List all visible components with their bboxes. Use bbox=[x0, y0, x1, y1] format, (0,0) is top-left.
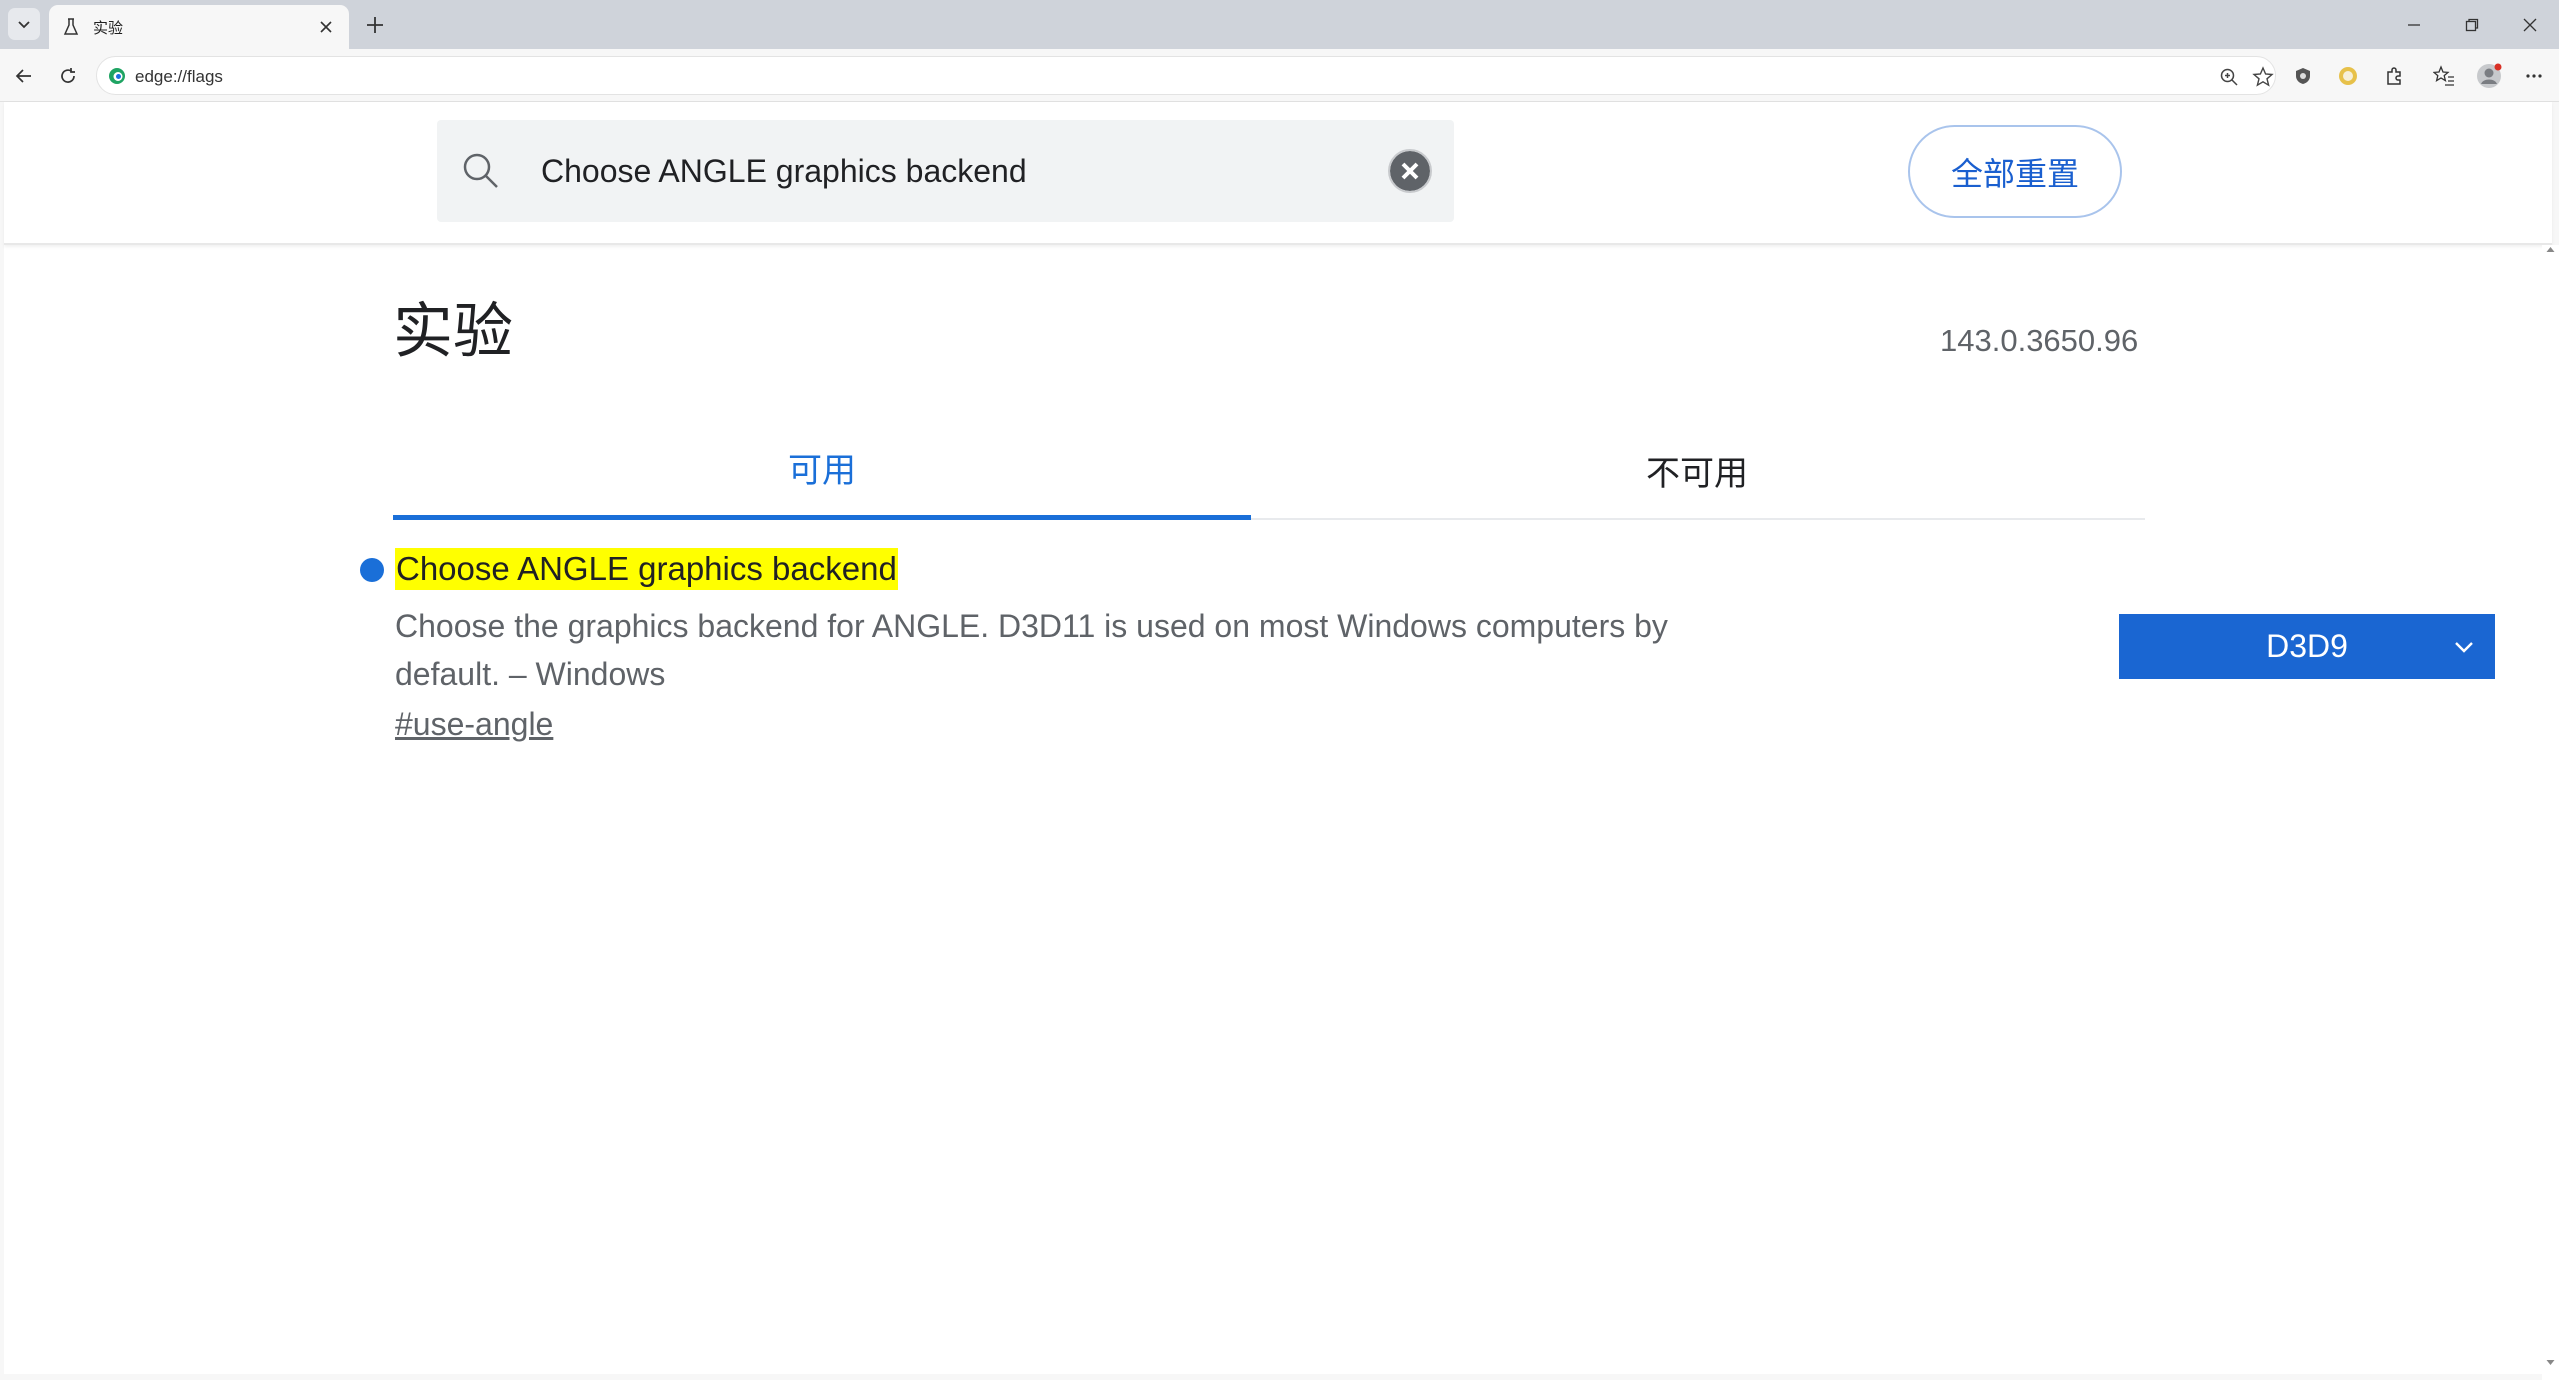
restore-icon bbox=[2465, 18, 2479, 31]
address-url[interactable]: edge://flags bbox=[135, 67, 223, 87]
refresh-icon bbox=[61, 68, 75, 83]
refresh-button[interactable] bbox=[52, 60, 84, 92]
plus-icon bbox=[367, 17, 383, 33]
favorites-button[interactable] bbox=[2428, 60, 2460, 92]
more-horizontal-icon bbox=[2526, 74, 2542, 78]
reset-all-button[interactable]: 全部重置 bbox=[1908, 125, 2122, 218]
scroll-down-arrow-icon[interactable] bbox=[2546, 1358, 2555, 1367]
tab-unavailable[interactable]: 不可用 bbox=[1268, 420, 2126, 520]
puzzle-icon bbox=[2387, 67, 2401, 85]
arrow-left-icon bbox=[15, 69, 31, 83]
version-label: 143.0.3650.96 bbox=[1940, 323, 2139, 358]
flask-icon bbox=[61, 17, 81, 37]
search-input[interactable] bbox=[541, 148, 1341, 194]
selected-option: D3D9 bbox=[2266, 628, 2348, 664]
experiment-option-select[interactable]: D3D9 bbox=[2119, 614, 2495, 679]
close-icon bbox=[2523, 18, 2537, 31]
tab-available[interactable]: 可用 bbox=[393, 420, 1251, 520]
avatar-icon bbox=[2477, 63, 2502, 88]
browser-toolbar: edge://flags bbox=[0, 49, 2559, 102]
window-controls bbox=[2385, 0, 2559, 49]
modified-indicator-dot bbox=[360, 558, 384, 582]
experiment-permalink[interactable]: #use-angle bbox=[395, 706, 553, 743]
experiment-description: Choose the graphics backend for ANGLE. D… bbox=[395, 608, 1668, 692]
page-border-bottom bbox=[0, 1374, 2559, 1380]
shield-icon bbox=[2296, 68, 2310, 84]
experiment-name: Choose ANGLE graphics backend bbox=[395, 548, 898, 590]
address-bar[interactable]: edge://flags bbox=[96, 56, 2276, 95]
experiment-item: Choose ANGLE graphics backend Choose the… bbox=[360, 548, 2495, 758]
extensions-button[interactable] bbox=[2378, 60, 2410, 92]
flags-search-box[interactable] bbox=[437, 120, 1454, 222]
minimize-icon bbox=[2408, 23, 2420, 26]
tab-strip: 实验 bbox=[0, 0, 2559, 49]
page-scrollbar[interactable] bbox=[2542, 245, 2559, 1380]
flags-header: 全部重置 bbox=[4, 102, 2552, 245]
page-border-left bbox=[0, 102, 4, 1380]
chevron-down-icon bbox=[2455, 642, 2473, 653]
chevron-down-icon bbox=[18, 21, 30, 29]
tab-actions-menu-button[interactable] bbox=[8, 8, 40, 40]
flags-tabs: 可用 不可用 bbox=[393, 420, 2145, 520]
close-window-button[interactable] bbox=[2501, 0, 2559, 49]
scroll-up-arrow-icon[interactable] bbox=[2546, 245, 2555, 254]
restore-button[interactable] bbox=[2443, 0, 2501, 49]
favorites-list-icon bbox=[2433, 65, 2454, 86]
coin-icon bbox=[2339, 67, 2357, 85]
tab-title: 实验 bbox=[93, 19, 124, 37]
zoom-icon[interactable] bbox=[2215, 63, 2243, 91]
minimize-button[interactable] bbox=[2385, 0, 2443, 49]
shield-extension-button[interactable] bbox=[2287, 60, 2319, 92]
profile-button[interactable] bbox=[2473, 60, 2505, 92]
browser-tab[interactable]: 实验 bbox=[49, 5, 349, 49]
back-button[interactable] bbox=[8, 60, 40, 92]
edge-logo-icon bbox=[107, 66, 127, 86]
clear-circle-icon bbox=[1388, 149, 1432, 193]
favorite-star-icon[interactable] bbox=[2249, 63, 2277, 91]
more-menu-button[interactable] bbox=[2518, 60, 2550, 92]
tab-close-icon[interactable] bbox=[315, 16, 337, 38]
page-title: 实验 bbox=[393, 297, 513, 367]
new-tab-button[interactable] bbox=[360, 10, 390, 40]
search-icon bbox=[461, 151, 501, 191]
clear-search-button[interactable] bbox=[1387, 148, 1433, 194]
coin-extension-button[interactable] bbox=[2332, 60, 2364, 92]
